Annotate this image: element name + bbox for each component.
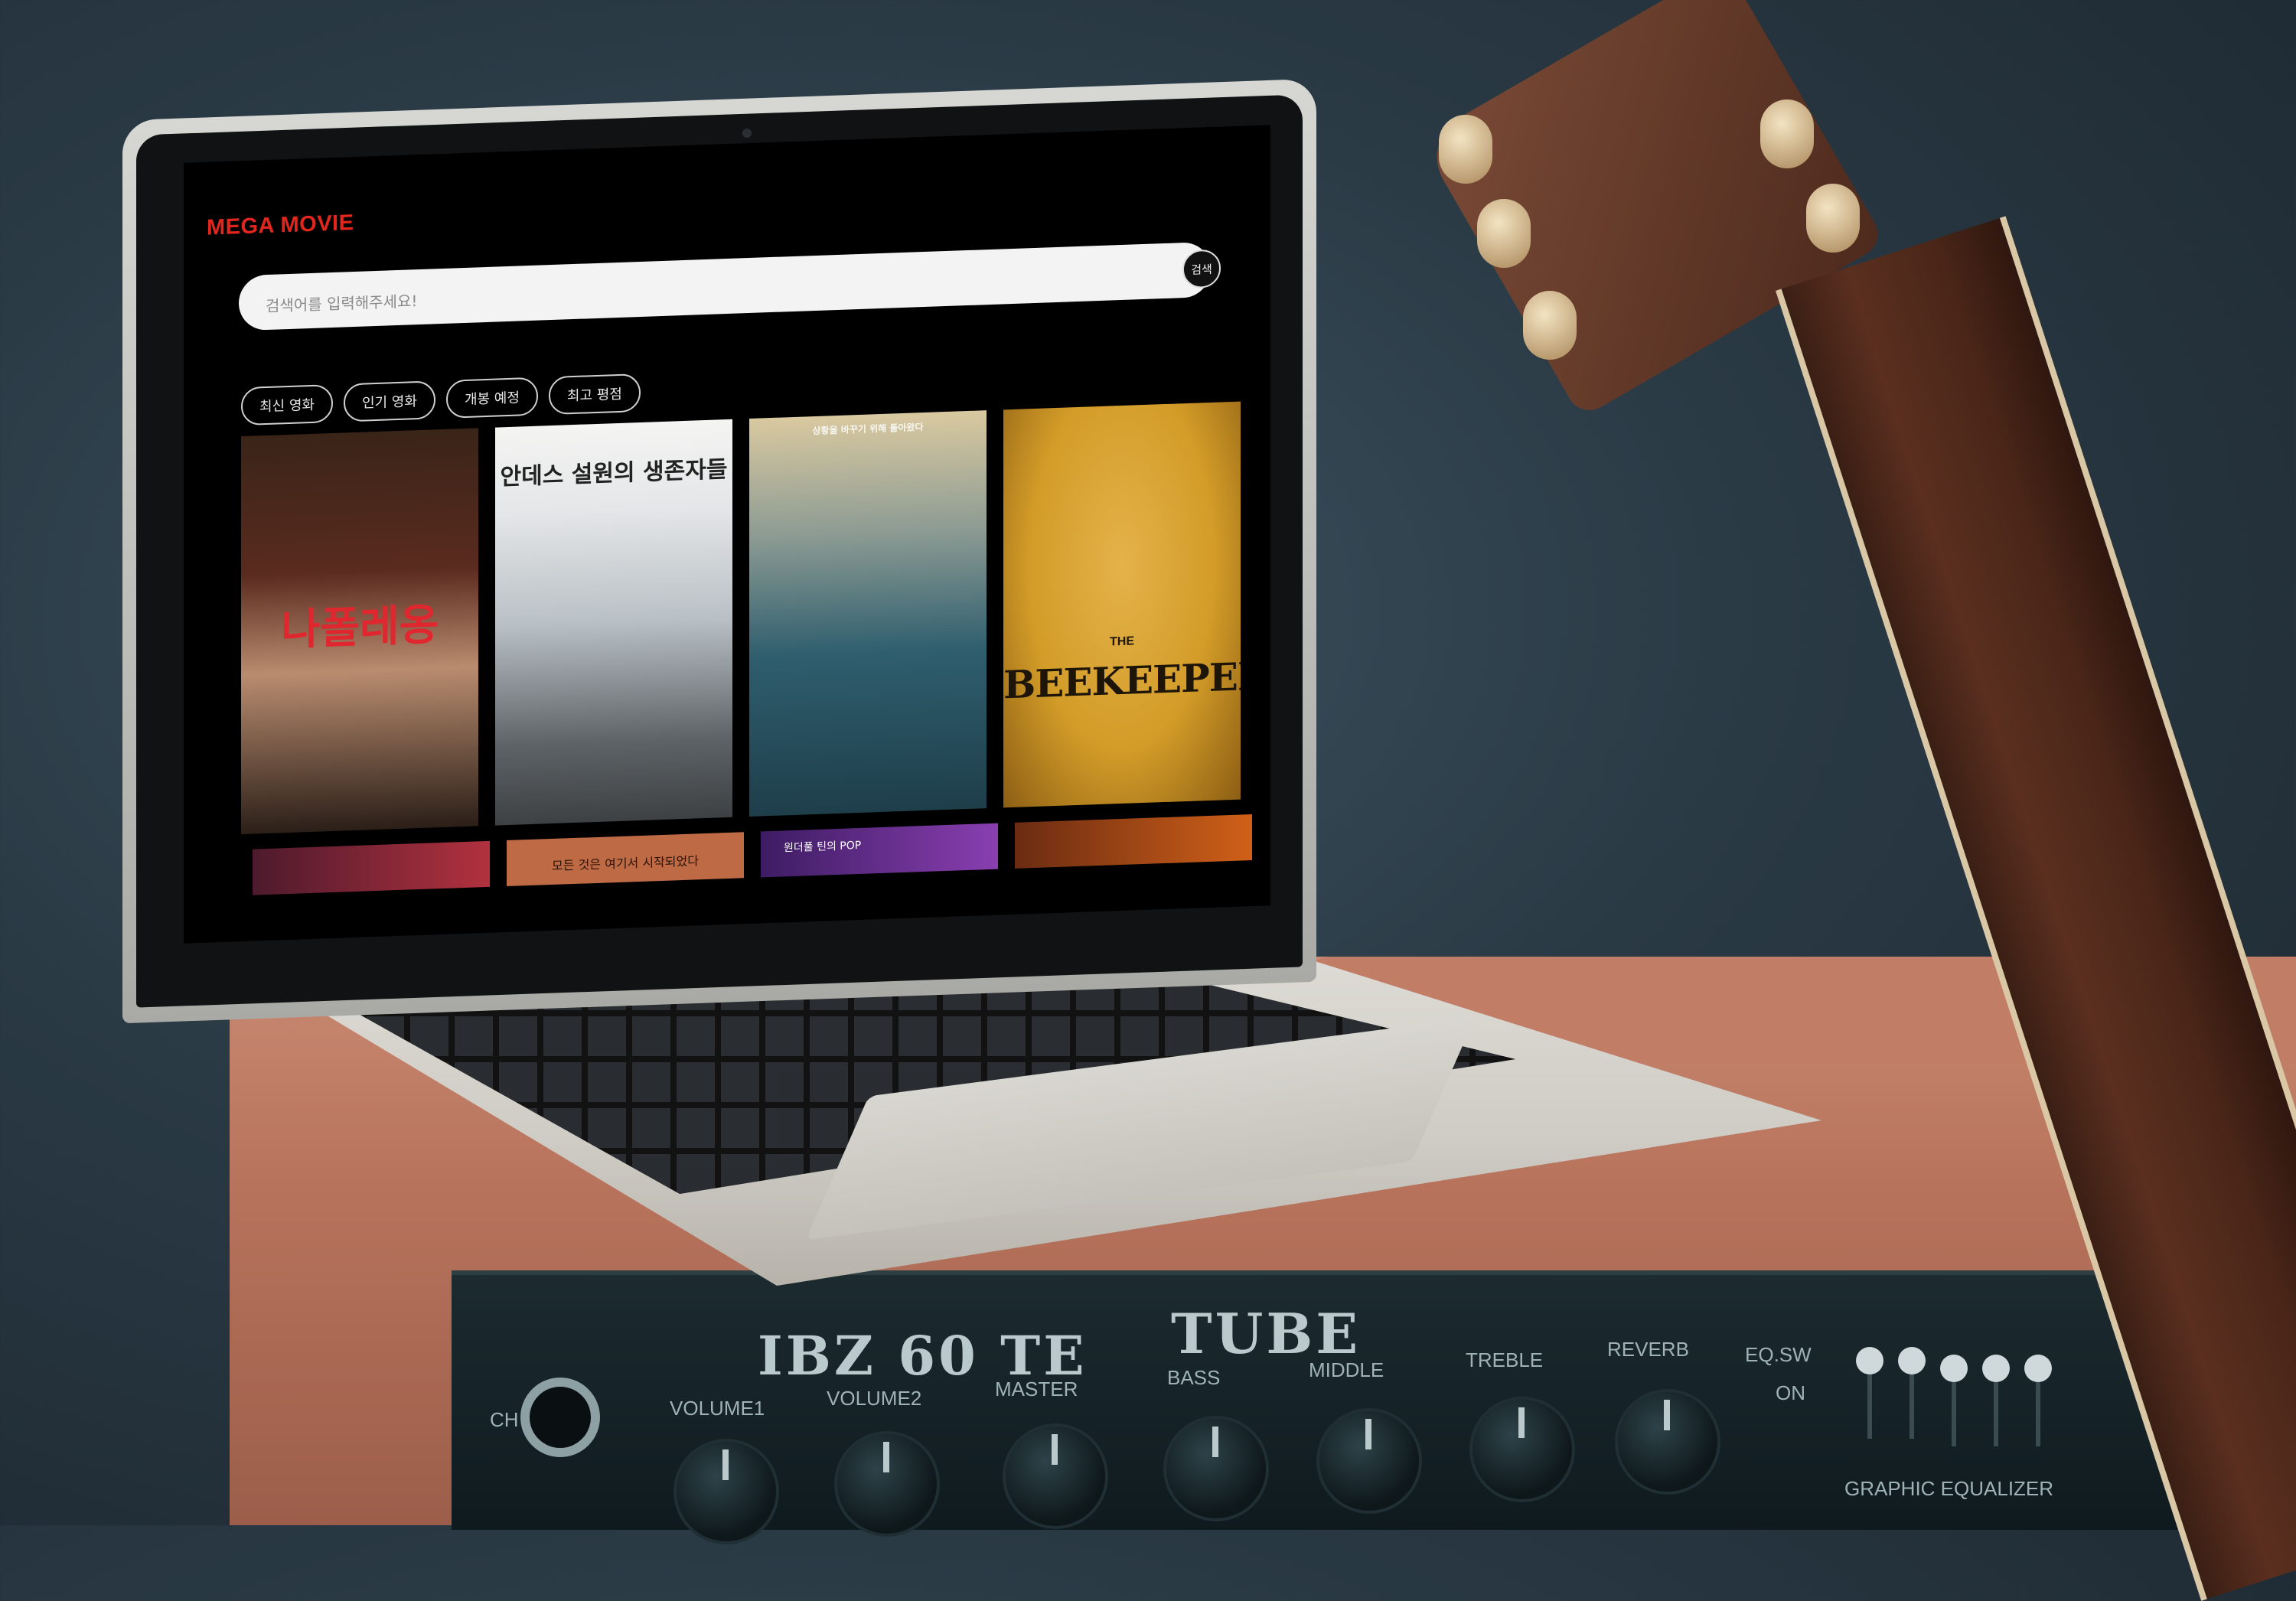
tab-upcoming[interactable]: 개봉 예정 xyxy=(445,377,538,419)
amp-label-volume2: VOLUME2 xyxy=(827,1387,922,1410)
movie-poster[interactable]: 상황을 바꾸기 위해 돌아왔다 xyxy=(749,410,987,817)
movie-poster[interactable]: THE BEEKEEPER xyxy=(1003,401,1241,808)
eq-slider xyxy=(2024,1355,2052,1382)
reverb-knob xyxy=(1615,1389,1720,1495)
volume2-knob xyxy=(834,1431,940,1537)
eq-slider xyxy=(1856,1347,1883,1374)
amp-label-volume1: VOLUME1 xyxy=(670,1397,765,1420)
search-button[interactable]: 검색 xyxy=(1182,249,1221,289)
movie-poster[interactable]: 나폴레옹 xyxy=(241,428,478,835)
bass-knob xyxy=(1163,1416,1269,1521)
amp-tube-label: TUBE xyxy=(1171,1301,1362,1366)
amp-label-eq-sw: EQ.SW xyxy=(1745,1343,1812,1366)
amp-label-treble: TREBLE xyxy=(1466,1348,1544,1371)
input-jack xyxy=(520,1378,600,1457)
poster-title: 나폴레옹 xyxy=(280,599,439,656)
poster-title: 안데스 설원의 생존자들 xyxy=(500,455,728,491)
amp-label-on: ON xyxy=(1776,1381,1805,1404)
laptop-screen: MEGA MOVIE 검색 최신 영화 인기 영화 개봉 예정 최고 평점 나폴… xyxy=(184,125,1270,944)
tuning-peg xyxy=(1523,291,1577,360)
tab-top-rated[interactable]: 최고 평점 xyxy=(548,373,641,416)
tuning-peg xyxy=(1477,199,1531,268)
poster-tagline: 원더풀 틴의 POP xyxy=(784,839,862,855)
movie-poster[interactable]: 원더풀 틴의 POP xyxy=(761,823,998,878)
amp-label-middle: MIDDLE xyxy=(1309,1358,1384,1381)
amp-label-bass: BASS xyxy=(1167,1366,1221,1389)
movie-poster[interactable]: 안데스 설원의 생존자들 xyxy=(495,419,732,826)
movie-poster[interactable] xyxy=(253,840,490,895)
amp-label-graphic-eq: GRAPHIC EQUALIZER xyxy=(1844,1477,2054,1500)
amp-label-reverb: REVERB xyxy=(1607,1338,1689,1361)
tuning-peg xyxy=(1439,115,1492,184)
eq-slider xyxy=(1940,1355,1968,1382)
amp-label-master: MASTER xyxy=(995,1378,1078,1400)
site-logo[interactable]: MEGA MOVIE xyxy=(207,210,354,241)
poster-title: BEEKEEPER xyxy=(1003,653,1241,708)
poster-subtitle: THE xyxy=(1110,634,1134,649)
master-knob xyxy=(1003,1423,1108,1529)
category-tabs: 최신 영화 인기 영화 개봉 예정 최고 평점 xyxy=(241,373,641,426)
poster-tagline: 상황을 바꾸기 위해 돌아왔다 xyxy=(812,422,924,437)
movie-poster[interactable]: 모든 것은 여기서 시작되었다 xyxy=(507,832,744,887)
eq-slider xyxy=(1898,1347,1926,1374)
volume1-knob xyxy=(673,1439,779,1544)
eq-slider xyxy=(1982,1355,2010,1382)
middle-knob xyxy=(1316,1408,1422,1514)
poster-tagline: 모든 것은 여기서 시작되었다 xyxy=(552,853,699,873)
movie-grid: 나폴레옹 안데스 설원의 생존자들 상황을 바꾸기 위해 돌아왔다 THE BE… xyxy=(241,401,1241,835)
amp-ch-label: CH xyxy=(490,1408,519,1431)
tab-latest-movies[interactable]: 최신 영화 xyxy=(241,383,333,426)
treble-knob xyxy=(1469,1397,1575,1502)
tuning-peg xyxy=(1760,99,1814,168)
movie-poster[interactable] xyxy=(1015,814,1252,869)
tuning-peg xyxy=(1806,184,1860,253)
tab-popular-movies[interactable]: 인기 영화 xyxy=(343,380,435,422)
webcam-icon xyxy=(742,129,752,138)
